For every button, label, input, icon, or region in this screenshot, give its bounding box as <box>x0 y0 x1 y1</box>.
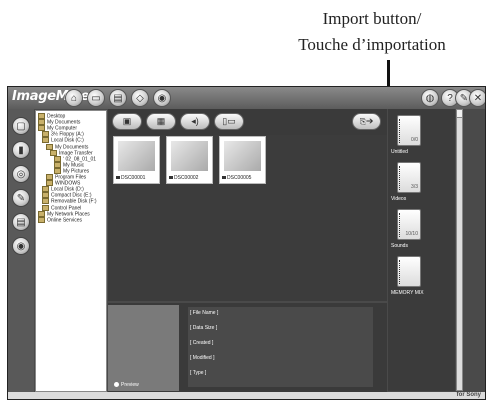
edit-icon[interactable]: ✎ <box>12 189 30 207</box>
web-icon[interactable]: ◉ <box>12 237 30 255</box>
thumbnail-image <box>224 141 261 171</box>
album-spiral <box>399 166 402 190</box>
album-icon[interactable]: ▭ <box>87 89 105 107</box>
album-spiral <box>399 260 402 284</box>
album-count: 3/3 <box>411 184 418 190</box>
trash-icon[interactable]: ▮ <box>12 141 30 159</box>
file-info-panel: [ File Name ] [ Data Size ] [ Created ] [ M… <box>188 307 373 387</box>
thumbnail-image <box>171 141 208 171</box>
album-name: Untitled <box>391 149 408 155</box>
thumbnail-card[interactable]: DSC00002 <box>166 136 213 184</box>
album-book[interactable]: 3/3 <box>397 162 421 193</box>
thumbnail-label: DSC00002 <box>169 175 198 181</box>
thumbnail-area: DSC00001 DSC00002 DSC00005 <box>108 135 387 301</box>
album-name: MEMORY MIX <box>391 290 424 296</box>
import-button[interactable]: ⎘➔ <box>352 113 381 130</box>
file-info-row: [ Type ] <box>190 370 207 376</box>
callout-leader-line <box>387 60 390 88</box>
sound-view-button[interactable]: ◂) <box>180 113 210 130</box>
close-icon[interactable]: ✕ <box>469 89 485 107</box>
thumbnail-card[interactable]: DSC00001 <box>113 136 160 184</box>
thumbnail-label: DSC00001 <box>116 175 145 181</box>
callout-line-2: Touche d’importation <box>298 35 446 54</box>
preview-label[interactable]: Preview <box>114 382 139 388</box>
brand-label: for Sony <box>456 392 481 398</box>
callout-line-1: Import button/ <box>322 9 422 28</box>
view-toolbar: ▣ ▦ ◂) ▯▭ <box>108 109 387 135</box>
folder-icon[interactable]: ▢ <box>12 117 30 135</box>
album-count: 10/10 <box>405 231 418 237</box>
album-book[interactable]: 0/0 <box>397 115 421 146</box>
photo-view-button[interactable]: ▣ <box>112 113 142 130</box>
album-name: Videos <box>391 196 407 202</box>
album-spiral <box>399 213 402 237</box>
folder-tree[interactable]: Desktop My Documents My Computer 3½ Floppy … <box>35 110 107 392</box>
import-button-callout: Import button/ Touche d’importation <box>257 6 487 58</box>
settings-icon[interactable]: ◍ <box>421 89 439 107</box>
thumbnail-card[interactable]: DSC00005 <box>219 136 266 184</box>
tree-item[interactable]: Online Services <box>38 217 82 223</box>
disc-icon[interactable]: ◎ <box>12 165 30 183</box>
file-info-row: [ File Name ] <box>190 310 219 316</box>
thumbnail-label: DSC00005 <box>222 175 251 181</box>
album-spiral <box>399 119 402 143</box>
info-pane: Preview [ File Name ] [ Data Size ] [ Crea… <box>108 303 387 393</box>
imagemixer-window: ImageMixer ⌂ ▭ ▤ ◇ ◉ ◍ ? ✎ ✕ ▢ ▮ ◎ ✎ ▤ ◉… <box>7 86 486 400</box>
album-book[interactable] <box>397 256 421 287</box>
album-name: Sounds <box>391 243 408 249</box>
import-icon: ⎘➔ <box>359 116 374 126</box>
album-pane: 0/0 Untitled 3/3 Videos 10/10 Sounds MEMORY MI… <box>388 109 455 391</box>
album-scrollbar[interactable] <box>456 109 463 391</box>
preview-box: Preview <box>108 305 179 391</box>
album-book[interactable]: 10/10 <box>397 209 421 240</box>
label-icon[interactable]: ◇ <box>131 89 149 107</box>
manual-page: Import button/ Touche d’importation Imag… <box>0 0 493 405</box>
print-icon[interactable]: ▤ <box>109 89 127 107</box>
file-info-row: [ Modified ] <box>190 355 215 361</box>
thumbnail-image <box>118 141 155 171</box>
video-view-button[interactable]: ▦ <box>146 113 176 130</box>
printer-icon[interactable]: ▤ <box>12 213 30 231</box>
capture-icon[interactable]: ⌂ <box>65 89 83 107</box>
details-view-button[interactable]: ▯▭ <box>214 113 244 130</box>
album-count: 0/0 <box>411 137 418 143</box>
video-cd-icon[interactable]: ◉ <box>153 89 171 107</box>
status-bar: for Sony <box>8 392 485 399</box>
left-icon-bar: ▢ ▮ ◎ ✎ ▤ ◉ <box>8 109 34 399</box>
top-toolbar: ImageMixer ⌂ ▭ ▤ ◇ ◉ ◍ ? ✎ ✕ <box>8 87 485 109</box>
file-info-row: [ Data Size ] <box>190 325 218 331</box>
file-info-row: [ Created ] <box>190 340 214 346</box>
